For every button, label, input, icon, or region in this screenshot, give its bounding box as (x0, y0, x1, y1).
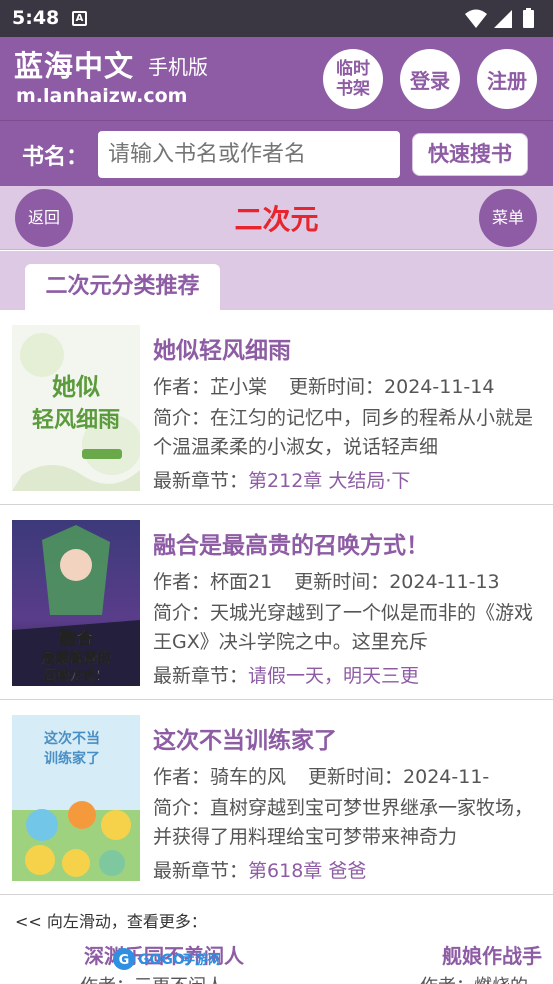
svg-text:轻风细雨: 轻风细雨 (32, 407, 120, 433)
svg-text:是最高贵的: 是最高贵的 (41, 650, 111, 667)
more-carousel[interactable]: << 向左滑动，查看更多： 深渊乐园不养闲人 舰娘作战手 作者：三更不闲人 作者… (0, 896, 553, 984)
shelf-label-line1: 临时 (336, 59, 370, 79)
latest-chapter-link[interactable]: 请假一天，明天三更 (248, 665, 419, 687)
intro-text: 天城光穿越到了一个似是而非的《游戏王GX》决斗学院之中。这里充斥 (153, 602, 534, 653)
author-name: 芷小棠 (210, 376, 268, 398)
book-meta: 作者：芷小棠 更新时间：2024-11-14 (153, 372, 494, 399)
notification-icon: A (72, 11, 87, 26)
book-meta: 作者：杯面21 更新时间：2024-11-13 (153, 567, 500, 594)
book-meta: 作者：骑车的风 更新时间：2024-11- (153, 762, 489, 789)
site-header: 蓝海中文 手机版 m.lanhaizw.com 临时 书架 登录 注册 (0, 37, 553, 120)
login-button[interactable]: 登录 (400, 49, 460, 109)
book-intro: 简介：天城光穿越到了一个似是而非的《游戏王GX》决斗学院之中。这里充斥 (153, 599, 543, 657)
updated-date: 2024-11- (403, 766, 490, 788)
updated-label: 更新时间： (308, 766, 404, 788)
book-cover[interactable]: 她似 轻风细雨 (12, 325, 140, 491)
book-latest: 最新章节：第212章 大结局·下 (153, 466, 410, 493)
wifi-icon (465, 9, 487, 28)
status-bar: 5:48 A (0, 0, 553, 37)
site-name[interactable]: 蓝海中文 (14, 43, 134, 85)
register-button[interactable]: 注册 (477, 49, 537, 109)
tab-recommend[interactable]: 二次元分类推荐 (25, 264, 220, 310)
updated-date: 2024-11-13 (389, 571, 500, 593)
updated-label: 更新时间： (294, 571, 390, 593)
author-label: 作者： (153, 766, 211, 788)
temp-bookshelf-button[interactable]: 临时 书架 (323, 49, 383, 109)
latest-chapter-link[interactable]: 第618章 爸爸 (248, 860, 366, 882)
author-name: 杯面21 (210, 571, 273, 593)
signal-icon (494, 10, 512, 28)
search-bar: 书名： 快速搜书 (0, 120, 553, 186)
book-latest: 最新章节：第618章 爸爸 (153, 856, 366, 883)
book-item[interactable]: 这次不当 训练家了 这次不当训练家了 作者：骑车的风 更新时间：2024-11- … (0, 700, 553, 895)
book-intro: 简介：在江匀的记忆中，同乡的程希从小就是个温温柔柔的小淑女，说话轻声细 (153, 404, 543, 462)
book-title[interactable]: 这次不当训练家了 (153, 721, 337, 755)
svg-text:这次不当: 这次不当 (44, 730, 100, 747)
battery-icon (523, 10, 534, 28)
book-intro: 简介：直树穿越到宝可梦世界继承一家牧场，并获得了用料理给宝可梦带来神奇力 (153, 794, 543, 852)
svg-text:她似: 她似 (52, 373, 100, 401)
intro-label: 简介： (153, 407, 211, 429)
latest-chapter-link[interactable]: 第212章 大结局·下 (248, 470, 410, 492)
svg-text:召唤方式！: 召唤方式！ (43, 668, 108, 684)
intro-label: 简介： (153, 797, 211, 819)
section-header: 二次元分类推荐 (0, 251, 553, 310)
author-name: 骑车的风 (210, 766, 287, 788)
carousel-book-title[interactable]: 舰娘作战手 (442, 940, 542, 969)
carousel-book-author: 作者：三更不闲人 (80, 972, 224, 984)
svg-text:手游网: 手游网 (182, 952, 220, 968)
quick-search-button[interactable]: 快速搜书 (410, 131, 530, 178)
latest-label: 最新章节： (153, 665, 249, 687)
book-title[interactable]: 融合是最高贵的召唤方式！ (153, 526, 429, 560)
updated-label: 更新时间： (289, 376, 385, 398)
book-item[interactable]: 融合 是最高贵的 召唤方式！ 融合是最高贵的召唤方式！ 作者：杯面21 更新时间：… (0, 505, 553, 700)
latest-label: 最新章节： (153, 860, 249, 882)
site-url: m.lanhaizw.com (16, 85, 188, 107)
updated-date: 2024-11-14 (384, 376, 495, 398)
author-label: 作者： (153, 376, 211, 398)
intro-label: 简介： (153, 602, 211, 624)
intro-text: 在江匀的记忆中，同乡的程希从小就是个温温柔柔的小淑女，说话轻声细 (153, 407, 534, 458)
category-nav: 返回 二次元 菜单 (0, 186, 553, 250)
svg-text:GOGO: GOGO (138, 952, 185, 968)
book-cover[interactable]: 这次不当 训练家了 (12, 715, 140, 881)
book-cover[interactable]: 融合 是最高贵的 召唤方式！ (12, 520, 140, 686)
svg-text:训练家了: 训练家了 (44, 750, 100, 767)
page-title: 二次元 (234, 203, 319, 236)
clock: 5:48 (12, 7, 60, 29)
site-subtitle: 手机版 (148, 55, 208, 79)
shelf-label-line2: 书架 (336, 79, 370, 99)
carousel-book-author: 作者：燃烧的 (420, 972, 528, 984)
book-item[interactable]: 她似 轻风细雨 她似轻风细雨 作者：芷小棠 更新时间：2024-11-14 简介：… (0, 310, 553, 505)
watermark-logo: G GOGO 手游网 (113, 948, 220, 970)
book-title[interactable]: 她似轻风细雨 (153, 331, 291, 365)
menu-button[interactable]: 菜单 (479, 189, 537, 247)
svg-text:G: G (119, 953, 130, 968)
system-icons (465, 8, 534, 28)
author-label: 作者： (153, 571, 211, 593)
latest-label: 最新章节： (153, 470, 249, 492)
intro-text: 直树穿越到宝可梦世界继承一家牧场，并获得了用料理给宝可梦带来神奇力 (153, 797, 534, 848)
swipe-hint: << 向左滑动，查看更多： (15, 912, 207, 931)
book-latest: 最新章节：请假一天，明天三更 (153, 661, 419, 688)
search-input[interactable] (98, 131, 400, 178)
search-label: 书名： (22, 145, 89, 170)
svg-text:融合: 融合 (59, 628, 94, 649)
